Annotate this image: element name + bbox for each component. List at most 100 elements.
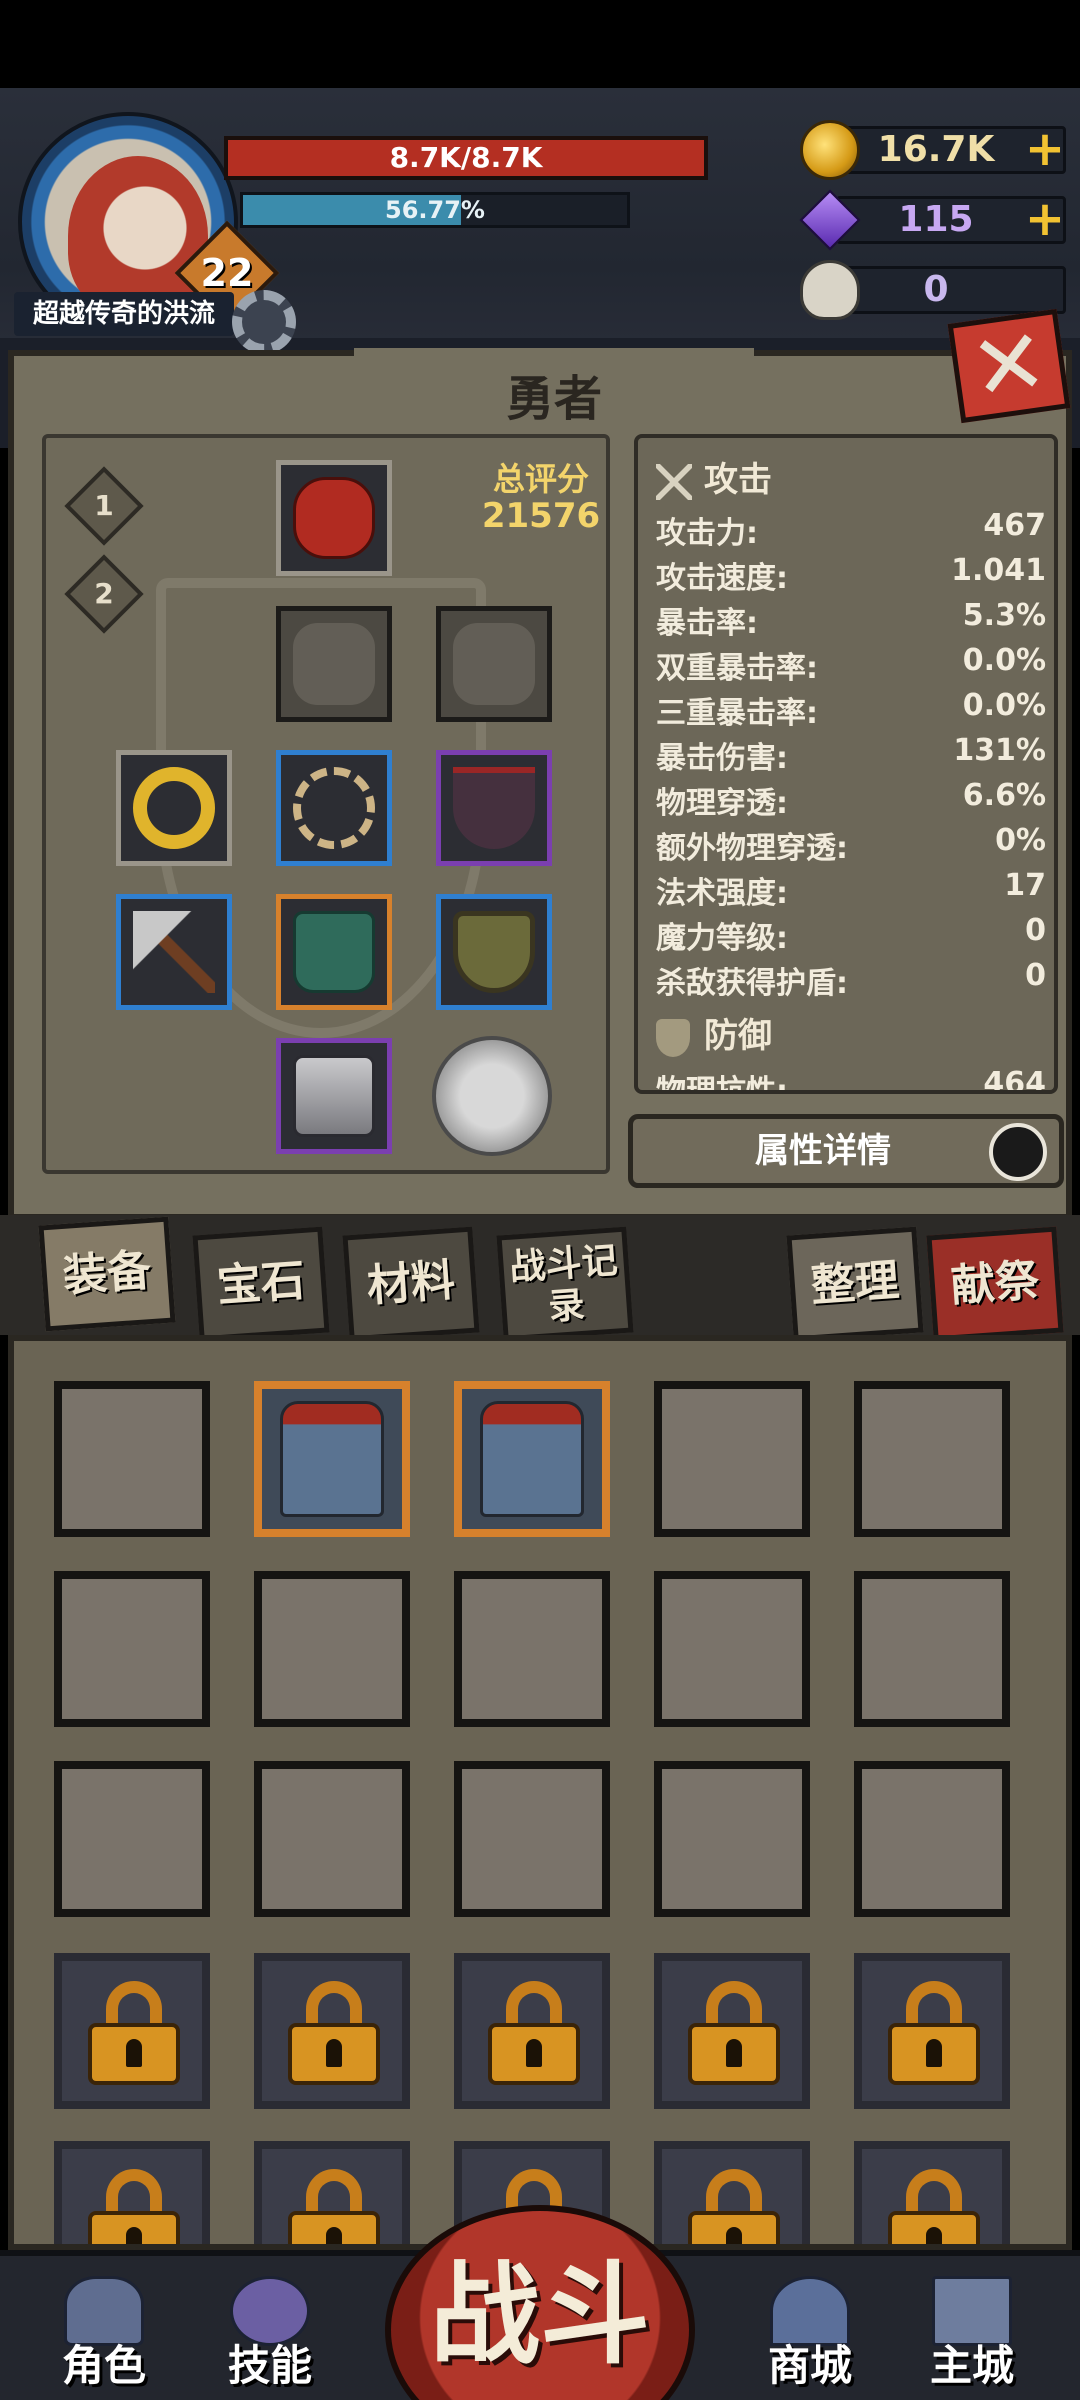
locked-slot[interactable] — [254, 1953, 410, 2109]
boots-slot[interactable] — [276, 1038, 392, 1154]
stat-value: 467 — [983, 508, 1046, 543]
xp-bar: 56.77% — [240, 192, 630, 228]
locked-slot[interactable] — [454, 1953, 610, 2109]
search-icon — [989, 1123, 1047, 1181]
inventory-slot[interactable] — [854, 1381, 1010, 1537]
sacrifice-label: 献祭 — [949, 1254, 1041, 1313]
sort-label: 整理 — [809, 1254, 901, 1313]
locked-slot[interactable] — [54, 2141, 210, 2244]
add-gem-button[interactable]: + — [1020, 194, 1070, 244]
stat-label: 暴击伤害: — [656, 741, 788, 776]
status-bar — [0, 0, 1080, 88]
stat-row: 法术强度: 17 — [656, 868, 1046, 912]
attack-header: 攻击 — [656, 452, 772, 502]
stat-row: 暴击率: 5.3% — [656, 598, 1046, 642]
weapon-slot[interactable] — [116, 894, 232, 1010]
armor-placeholder-icon — [293, 623, 375, 705]
gear-icon[interactable] — [232, 290, 296, 354]
tab-gems[interactable]: 宝石 — [192, 1226, 330, 1342]
nav-skills[interactable]: 技能 — [200, 2276, 340, 2400]
inventory-slot[interactable] — [854, 1761, 1010, 1917]
lock-icon — [88, 1981, 180, 2085]
skull-value: 0 — [923, 269, 949, 310]
ring-slot[interactable] — [116, 750, 232, 866]
stat-label: 魔力等级: — [656, 921, 788, 956]
nav-shop[interactable]: 商城 — [740, 2276, 880, 2400]
defense-header: 防御 — [656, 1008, 772, 1057]
stat-label: 法术强度: — [656, 876, 788, 911]
nav-character-label: 角色 — [61, 2341, 146, 2390]
tab-equipment[interactable]: 装备 — [38, 1216, 176, 1332]
inventory-slot[interactable] — [54, 1571, 210, 1727]
attribute-details-button[interactable]: 属性详情 — [628, 1114, 1064, 1188]
close-button[interactable]: ✕ — [947, 308, 1071, 424]
inventory-slot[interactable] — [54, 1761, 210, 1917]
locked-slot[interactable] — [654, 1953, 810, 2109]
inventory-slot[interactable] — [254, 1571, 410, 1727]
inventory-slot[interactable] — [654, 1571, 810, 1727]
locked-slot[interactable] — [54, 1953, 210, 2109]
locked-slot[interactable] — [854, 2141, 1010, 2244]
loadout-2-label: 2 — [94, 577, 114, 610]
score-label: 总评分 — [492, 460, 589, 498]
gem-value: 115 — [898, 199, 974, 240]
stat-value: 464 — [983, 1066, 1046, 1094]
stat-value: 0 — [1025, 913, 1046, 948]
inventory-slot[interactable] — [454, 1571, 610, 1727]
stat-label: 杀敌获得护盾: — [656, 966, 848, 1001]
stat-row: 攻击速度: 1.041 — [656, 553, 1046, 597]
inventory-slot[interactable] — [54, 1381, 210, 1537]
stat-label: 暴击率: — [656, 606, 758, 641]
amulet-slot[interactable] — [436, 750, 552, 866]
sort-button[interactable]: 整理 — [786, 1226, 924, 1342]
add-gold-button[interactable]: + — [1020, 124, 1070, 174]
offhand-slot[interactable] — [436, 894, 552, 1010]
stat-row: 额外物理穿透: 0% — [656, 823, 1046, 867]
cloak-placeholder-icon — [453, 623, 535, 705]
lock-icon — [888, 1981, 980, 2085]
stats-box[interactable]: 攻击 攻击力: 467 攻击速度: 1.041 暴击率: 5.3% 双重暴击率: 0.0% 三重… — [634, 434, 1058, 1094]
stat-value: 17 — [1004, 868, 1046, 903]
head-slot[interactable] — [276, 460, 392, 576]
stat-label: 额外物理穿透: — [656, 831, 848, 866]
inventory-item[interactable] — [254, 1381, 410, 1537]
inventory-tabs: 装备 宝石 材料 战斗记录 整理 献祭 — [0, 1215, 1080, 1342]
hp-bar: 8.7K/8.7K — [224, 136, 708, 180]
attribute-details-label: 属性详情 — [755, 1131, 891, 1171]
stat-row: 物理穿透: 6.6% — [656, 778, 1046, 822]
lock-icon — [688, 2169, 780, 2244]
sacrifice-button[interactable]: 献祭 — [926, 1226, 1064, 1342]
seal-slot[interactable] — [432, 1036, 552, 1156]
inventory-slot[interactable] — [654, 1761, 810, 1917]
inventory-slot[interactable] — [654, 1381, 810, 1537]
axe-icon — [133, 911, 215, 993]
tab-materials[interactable]: 材料 — [342, 1226, 480, 1342]
tab-materials-label: 材料 — [365, 1254, 457, 1313]
nav-character[interactable]: 角色 — [34, 2276, 174, 2400]
legs-slot[interactable] — [276, 894, 392, 1010]
cloak-slot[interactable] — [436, 606, 552, 722]
bandana-icon — [293, 477, 375, 559]
lock-icon — [288, 2169, 380, 2244]
boots-icon — [293, 1055, 375, 1137]
nav-main-city[interactable]: 主城 — [902, 2276, 1042, 2400]
player-name: 超越传奇的洪流 — [14, 292, 234, 336]
tab-battle-log[interactable]: 战斗记录 — [496, 1226, 634, 1342]
rope-belt-icon — [293, 767, 375, 849]
equipment-area: 1 2 总评分 21576 — [42, 434, 610, 1174]
inventory-slot[interactable] — [254, 1761, 410, 1917]
armor-slot[interactable] — [276, 606, 392, 722]
stat-row: 暴击伤害: 131% — [656, 733, 1046, 777]
stat-row: 魔力等级: 0 — [656, 913, 1046, 957]
belt-slot[interactable] — [276, 750, 392, 866]
inventory-slot[interactable] — [454, 1761, 610, 1917]
lock-icon — [888, 2169, 980, 2244]
locked-slot[interactable] — [854, 1953, 1010, 2109]
inventory-item[interactable] — [454, 1381, 610, 1537]
inventory-slot[interactable] — [854, 1571, 1010, 1727]
gem-currency: 115 + — [799, 189, 1070, 251]
stat-row: 物理抗性: 464 — [656, 1066, 1046, 1094]
stat-value: 131% — [953, 733, 1046, 768]
hp-text: 8.7K/8.7K — [389, 141, 543, 174]
stat-row: 三重暴击率: 0.0% — [656, 688, 1046, 732]
